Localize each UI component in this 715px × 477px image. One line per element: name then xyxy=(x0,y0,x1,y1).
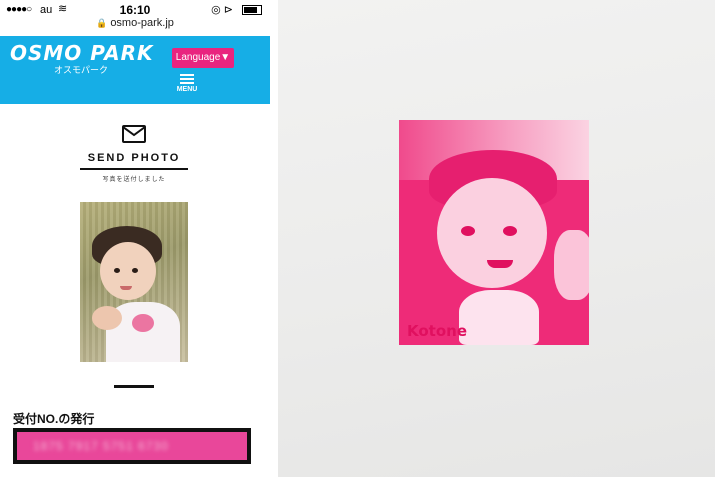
status-right: ◎ ⊳ xyxy=(211,3,262,16)
print-eye-left xyxy=(461,226,475,236)
status-bar: ●●●●○ au ≋ 16:10 ◎ ⊳ 🔒 osmo-park.jp xyxy=(0,0,270,36)
issue-number-box: 1875 7917 5751 6730 xyxy=(13,428,251,464)
print-side-hand xyxy=(554,230,589,300)
lock-icon: 🔒 xyxy=(96,18,108,28)
photo-eye-right xyxy=(132,268,138,273)
sent-photo xyxy=(80,202,188,362)
print-face xyxy=(437,178,547,288)
hamburger-icon xyxy=(180,74,194,84)
envelope-icon xyxy=(122,125,146,143)
section-divider xyxy=(114,385,154,388)
print-mouth xyxy=(487,260,513,268)
site-header: OSMO PARK オスモパーク Language▼ MENU xyxy=(0,36,270,104)
photo-hand xyxy=(92,306,122,330)
photo-eye-left xyxy=(114,268,120,273)
printed-photo: Kotone xyxy=(399,120,589,345)
battery-icon xyxy=(242,5,262,16)
photo-face xyxy=(100,242,156,300)
page-title: SEND PHOTO xyxy=(87,152,181,164)
lock-rotation-icon: ◎ ⊳ xyxy=(211,4,233,16)
page-subtitle: 写真を送付しました xyxy=(102,177,166,183)
site-logo[interactable]: OSMO PARK xyxy=(10,41,153,65)
issue-number-value: 1875 7917 5751 6730 xyxy=(33,439,169,453)
url-text: osmo-park.jp xyxy=(110,17,174,29)
phone-screen: ●●●●○ au ≋ 16:10 ◎ ⊳ 🔒 osmo-park.jp OSMO … xyxy=(0,0,270,477)
menu-label: MENU xyxy=(176,86,198,93)
photo-shirt-print xyxy=(132,314,154,332)
print-name: Kotone xyxy=(407,322,467,340)
title-underline xyxy=(80,168,188,170)
language-button[interactable]: Language▼ xyxy=(172,48,234,68)
issue-number-label: 受付NO.の発行 xyxy=(13,412,95,426)
site-logo-sub: オスモパーク xyxy=(54,65,109,75)
menu-button[interactable]: MENU xyxy=(176,74,198,93)
url-bar[interactable]: 🔒 osmo-park.jp xyxy=(0,17,270,29)
print-hand xyxy=(459,290,539,345)
issue-number-field: 1875 7917 5751 6730 xyxy=(17,432,247,460)
print-eye-right xyxy=(503,226,517,236)
